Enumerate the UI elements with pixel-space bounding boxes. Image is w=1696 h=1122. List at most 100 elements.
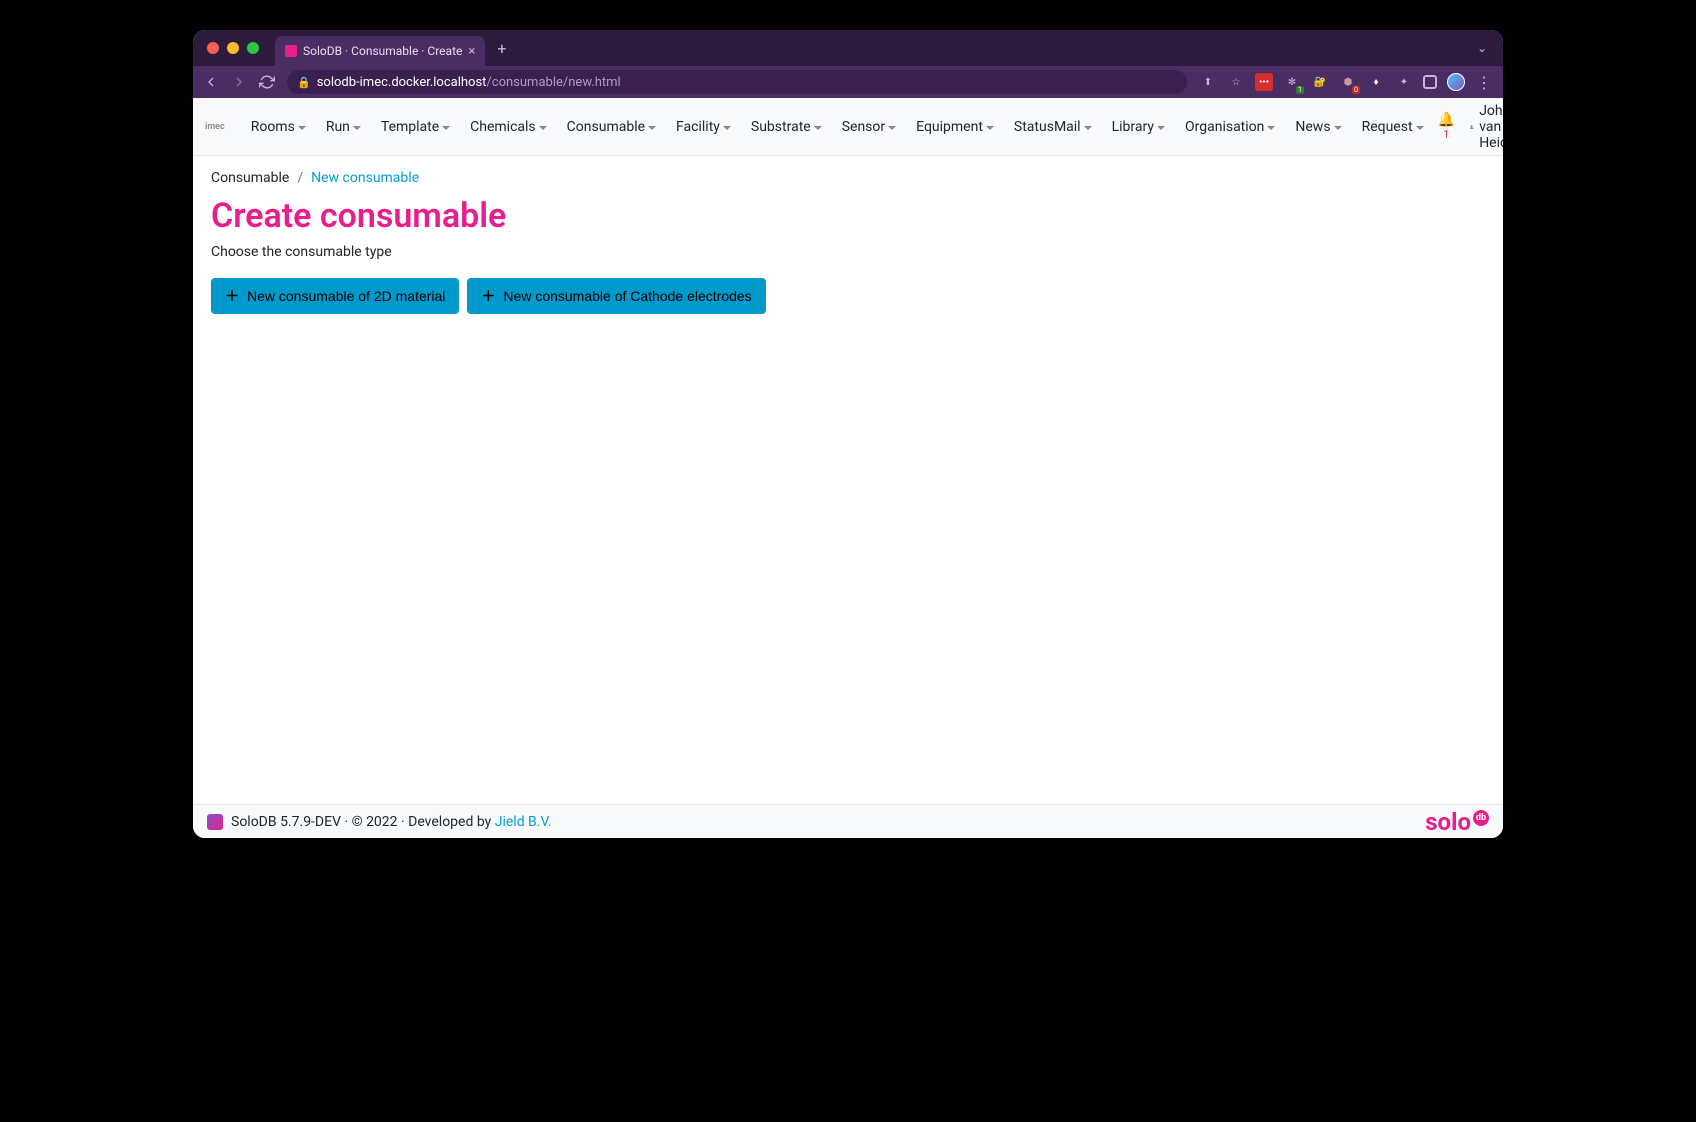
extension-icons: ⬆ ☆ ••• ✻1 🔐 ⬢0 ♦ ✦ ⋮ [1199, 73, 1493, 91]
browser-tab[interactable]: SoloDB · Consumable · Create × [275, 36, 485, 66]
nav-label: News [1295, 119, 1330, 135]
extensions-menu-icon[interactable]: ✦ [1395, 73, 1413, 91]
extension-red-icon[interactable]: ••• [1255, 73, 1273, 91]
button-label: New consumable of 2D material [247, 288, 445, 304]
chevron-down-icon [888, 126, 896, 130]
ext-badge-2: 0 [1352, 86, 1360, 94]
extension-gear-icon[interactable]: ✻1 [1283, 73, 1301, 91]
plus-icon: ＋ [225, 286, 239, 306]
breadcrumb-current[interactable]: New consumable [311, 170, 419, 186]
nav-consumable[interactable]: Consumable [559, 113, 664, 141]
chevron-down-icon [648, 126, 656, 130]
nav-back-button[interactable] [203, 74, 219, 90]
nav-label: Template [381, 119, 439, 135]
footer-copyright: © 2022 [352, 814, 398, 830]
url-host: solodb-imec.docker.localhost [317, 75, 487, 90]
breadcrumb-parent[interactable]: Consumable [211, 170, 289, 186]
user-menu[interactable]: Johan van der Heide [1461, 98, 1503, 157]
url-input[interactable]: 🔒 solodb-imec.docker.localhost/consumabl… [287, 70, 1187, 94]
nav-facility[interactable]: Facility [668, 113, 739, 141]
chevron-down-icon [539, 126, 547, 130]
user-name: Johan van der Heide [1479, 103, 1503, 151]
chevron-down-icon [1267, 126, 1275, 130]
nav-label: Organisation [1185, 119, 1264, 135]
tab-title: SoloDB · Consumable · Create [303, 44, 462, 58]
breadcrumb: Consumable / New consumable [211, 170, 1485, 186]
nav-news[interactable]: News [1287, 113, 1349, 141]
nav-request[interactable]: Request [1354, 113, 1432, 141]
chevron-down-icon [1084, 126, 1092, 130]
chevron-down-icon [1157, 126, 1165, 130]
footer: SoloDB 5.7.9-DEV · © 2022 · Developed by… [193, 804, 1503, 838]
chevron-down-icon [723, 126, 731, 130]
nav-statusmail[interactable]: StatusMail [1006, 113, 1100, 141]
nav-equipment[interactable]: Equipment [908, 113, 1002, 141]
chevron-down-icon [353, 126, 361, 130]
footer-logo-icon [207, 814, 223, 830]
notification-bell[interactable]: 🔔 1 [1438, 112, 1455, 141]
profile-avatar-icon[interactable] [1447, 73, 1465, 91]
browser-window: SoloDB · Consumable · Create × + ⌄ 🔒 sol… [193, 30, 1503, 838]
extension-flame-icon[interactable]: ♦ [1367, 73, 1385, 91]
plus-icon: ＋ [481, 286, 495, 306]
share-icon[interactable]: ⬆ [1199, 73, 1217, 91]
ext-badge-1: 1 [1296, 86, 1304, 94]
solo-logo: solo db [1425, 808, 1489, 836]
brand-logo[interactable]: imec [205, 122, 225, 132]
nav-run[interactable]: Run [318, 113, 369, 141]
nav-label: Sensor [842, 119, 885, 135]
notification-count: 1 [1443, 128, 1449, 141]
button-row: ＋ New consumable of 2D material ＋ New co… [211, 278, 1485, 314]
nav-label: Request [1362, 119, 1413, 135]
browser-address-bar: 🔒 solodb-imec.docker.localhost/consumabl… [193, 66, 1503, 98]
nav-label: Run [326, 119, 350, 135]
footer-text: SoloDB 5.7.9-DEV · © 2022 · Developed by… [231, 814, 552, 830]
lock-icon: 🔒 [297, 76, 311, 89]
nav-template[interactable]: Template [373, 113, 458, 141]
browser-tab-bar: SoloDB · Consumable · Create × + ⌄ [193, 30, 1503, 66]
chevron-down-icon [442, 126, 450, 130]
extension-square-icon[interactable] [1423, 75, 1437, 89]
solo-logo-text: solo [1425, 808, 1471, 836]
nav-forward-button[interactable] [231, 74, 247, 90]
window-controls [207, 42, 259, 54]
page: imec Rooms Run Template Chemicals Consum… [193, 98, 1503, 838]
footer-developed-prefix: Developed by [408, 814, 491, 830]
bookmark-star-icon[interactable]: ☆ [1227, 73, 1245, 91]
nav-label: Rooms [251, 119, 295, 135]
tab-close-icon[interactable]: × [468, 44, 475, 59]
new-consumable-2d-material-button[interactable]: ＋ New consumable of 2D material [211, 278, 459, 314]
footer-version: SoloDB 5.7.9-DEV [231, 814, 341, 830]
content-area: Consumable / New consumable Create consu… [193, 156, 1503, 804]
chevron-down-icon [298, 126, 306, 130]
tabs-dropdown-icon[interactable]: ⌄ [1477, 41, 1487, 55]
nav-library[interactable]: Library [1104, 113, 1173, 141]
window-minimize-button[interactable] [227, 42, 239, 54]
browser-menu-icon[interactable]: ⋮ [1475, 73, 1493, 91]
nav-label: Substrate [751, 119, 811, 135]
nav-label: Equipment [916, 119, 983, 135]
solo-logo-badge: db [1473, 810, 1489, 826]
extension-lock-icon[interactable]: 🔐 [1311, 73, 1329, 91]
extension-coin-icon[interactable]: ⬢0 [1339, 73, 1357, 91]
nav-rooms[interactable]: Rooms [243, 113, 314, 141]
url-path: /consumable/new.html [486, 75, 620, 90]
bell-icon: 🔔 [1438, 112, 1455, 128]
nav-label: Library [1112, 119, 1154, 135]
window-maximize-button[interactable] [247, 42, 259, 54]
app-navbar: imec Rooms Run Template Chemicals Consum… [193, 98, 1503, 156]
window-close-button[interactable] [207, 42, 219, 54]
nav-reload-button[interactable] [259, 74, 275, 90]
chevron-down-icon [1334, 126, 1342, 130]
chevron-down-icon [986, 126, 994, 130]
nav-substrate[interactable]: Substrate [743, 113, 830, 141]
nav-chemicals[interactable]: Chemicals [462, 113, 555, 141]
new-tab-button[interactable]: + [497, 39, 506, 58]
chevron-down-icon [1416, 126, 1424, 130]
nav-organisation[interactable]: Organisation [1177, 113, 1283, 141]
new-consumable-cathode-electrodes-button[interactable]: ＋ New consumable of Cathode electrodes [467, 278, 765, 314]
user-icon [1469, 120, 1474, 134]
nav-label: StatusMail [1014, 119, 1081, 135]
footer-developer-link[interactable]: Jield B.V. [495, 814, 552, 830]
nav-sensor[interactable]: Sensor [834, 113, 904, 141]
